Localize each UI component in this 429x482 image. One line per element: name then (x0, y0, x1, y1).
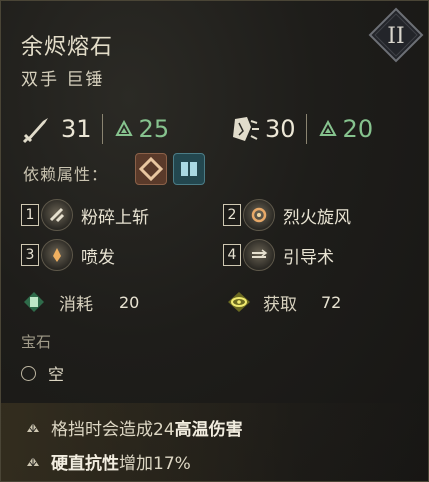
intelligence-attribute-icon[interactable] (173, 153, 205, 185)
stagger-stat: 30 20 (227, 109, 373, 149)
resource-cost: 消耗 20 (23, 287, 139, 317)
skill-name: 烈火旋风 (283, 207, 351, 228)
skill-1[interactable]: 1 粉碎上斩 (21, 199, 149, 231)
tier-badge: II (368, 7, 424, 63)
attack-bonus: 25 (138, 115, 170, 143)
eruption-icon (41, 239, 73, 271)
stagger-value: 30 (265, 115, 296, 143)
perk-highlight: 硬直抗性 (51, 454, 119, 474)
skill-name: 引导术 (283, 247, 334, 268)
skill-2[interactable]: 2 烈火旋风 (223, 199, 351, 231)
skill-number: 2 (223, 204, 241, 226)
skill-number: 3 (21, 244, 39, 266)
upgrade-triangle-icon (114, 120, 133, 136)
skill-name: 喷发 (81, 247, 115, 268)
gain-value: 72 (321, 292, 342, 312)
perk-2: 硬直抗性 增加17% (25, 449, 191, 474)
perk-leaf-icon (27, 456, 39, 467)
skill-4[interactable]: 4 引导术 (223, 239, 334, 271)
tier-label: II (387, 24, 404, 49)
perk-highlight: 高温伤害 (174, 420, 243, 440)
perk-leaf-icon (27, 422, 39, 433)
item-tooltip: 余烬熔石 双手 巨锤 II 31 25 30 20 依赖属性： 1 粉碎上斩 2… (0, 0, 429, 482)
skill-number: 4 (223, 244, 241, 266)
perk-1: 格挡时会造成24 高温伤害 (25, 415, 243, 440)
item-type: 双手 巨锤 (21, 70, 105, 90)
skill-3[interactable]: 3 喷发 (21, 239, 115, 271)
perk-text-suffix: 增加17% (119, 454, 191, 474)
resource-gain: 获取 72 (227, 287, 341, 317)
cost-icon (24, 292, 44, 312)
attack-value: 31 (61, 115, 92, 143)
requirements-label: 依赖属性： (23, 165, 109, 184)
upgrade-triangle-icon (318, 120, 337, 136)
gem-header: 宝石 (21, 333, 52, 351)
crush-upswing-icon (41, 199, 73, 231)
item-name: 余烬熔石 (21, 35, 114, 60)
strength-attribute-icon[interactable] (135, 153, 167, 185)
fire-whirlwind-icon (243, 199, 275, 231)
perk-text: 格挡时会造成24 (51, 420, 175, 440)
stagger-bonus: 20 (342, 115, 374, 143)
channel-icon (243, 239, 275, 271)
attack-stat: 31 25 (21, 109, 169, 149)
cost-label: 消耗 (59, 294, 93, 315)
shatter-icon (233, 117, 259, 141)
skill-number: 1 (21, 204, 39, 226)
gain-icon (228, 292, 250, 312)
skill-name: 粉碎上斩 (81, 207, 149, 228)
empty-gem-circle-icon (21, 365, 36, 381)
cost-value: 20 (119, 292, 140, 312)
gem-slot-label: 空 (48, 365, 65, 384)
gain-label: 获取 (263, 294, 297, 315)
sword-icon (22, 118, 48, 144)
gem-slot[interactable]: 空 (21, 361, 64, 385)
perks-panel: 格挡时会造成24 高温伤害 硬直抗性 增加17% (1, 403, 428, 481)
